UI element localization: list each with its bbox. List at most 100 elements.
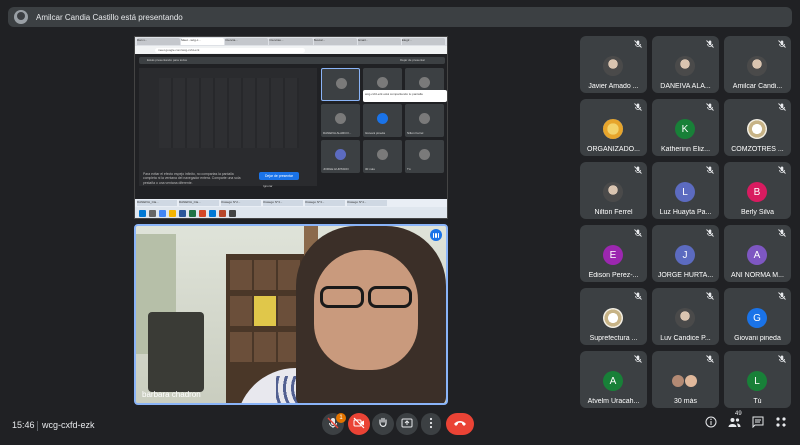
shared-download-item: Oswego N°3... — [305, 200, 345, 206]
people-icon — [728, 418, 741, 427]
shared-tab: Dan v... — [137, 38, 181, 45]
activities-button[interactable] — [775, 416, 787, 431]
folder-icon — [169, 210, 176, 217]
participant-tile[interactable]: COMZOTRES ... — [724, 99, 791, 156]
background-chair — [148, 312, 204, 392]
more-options-button[interactable] — [421, 413, 441, 435]
participant-name: Katherinn Eliz... — [660, 146, 711, 153]
presenter-video[interactable]: barbara chadron — [134, 224, 448, 405]
mic-muted-icon — [706, 103, 714, 113]
word-icon — [179, 210, 186, 217]
participant-name: DANEIVA ALA... — [660, 83, 711, 90]
participant-tile[interactable]: Suprefectura ... — [580, 288, 647, 345]
end-call-icon — [453, 419, 467, 430]
participant-tile[interactable]: J JORGE HURTA... — [652, 225, 719, 282]
participant-tile[interactable]: Nilton Ferrel — [580, 162, 647, 219]
present-icon — [401, 417, 413, 432]
mic-muted-icon — [634, 166, 642, 176]
participant-avatar: A — [603, 371, 623, 391]
shared-screen[interactable]: Dan v... Meet - wcg-c... Ciencia... Cien… — [134, 36, 448, 219]
participant-avatar — [675, 56, 695, 76]
participant-name: Luv Candice P... — [660, 335, 711, 342]
participant-avatar: E — [603, 245, 623, 265]
participant-tile[interactable]: Amilcar Candi... — [724, 36, 791, 93]
shared-recursive-view — [139, 68, 317, 186]
participant-avatar — [603, 308, 623, 328]
shared-tile: Nilton Ferrel — [405, 104, 444, 137]
presenter-avatar — [14, 10, 28, 24]
shared-tile: JORGE HURTADO — [321, 140, 360, 173]
shared-participant-tiles: Oswaldo Champa... LIDYA EDITH PALO... DA… — [321, 68, 445, 198]
participant-avatar: L — [675, 182, 695, 202]
meeting-code: wcg-cxfd-ezk — [42, 420, 95, 430]
shared-meet-view: Estás presentando para todos Dejar de pr… — [135, 54, 447, 218]
participant-tile[interactable]: E Edison Perez-... — [580, 225, 647, 282]
participant-name: Berly Silva — [740, 209, 775, 216]
shared-download-item: DANEIVA_Cla... — [137, 200, 177, 206]
participant-name: Edison Perez-... — [588, 272, 639, 279]
mic-muted-icon — [706, 166, 714, 176]
participant-tile[interactable]: A ANI NORMA M... — [724, 225, 791, 282]
participant-tile[interactable]: 30 más — [652, 351, 719, 408]
shared-url-bar: meet.google.com/wcg-cxfd-ezk — [135, 46, 447, 54]
meet-window: Amilcar Candia Castillo está presentando… — [0, 0, 800, 445]
participant-name: COMZOTRES ... — [731, 146, 784, 153]
shared-tile — [321, 68, 360, 101]
camera-button[interactable] — [348, 413, 370, 435]
shared-downloads-bar: DANEIVA_Cla... DANEIVA_Cla... Oswego N°2… — [135, 199, 447, 207]
end-call-button[interactable] — [446, 413, 474, 435]
participant-name: Atvelm Uracah... — [587, 398, 640, 405]
present-button[interactable] — [396, 413, 418, 435]
shared-popup: wcg-cxfd-ezk está compartiendo tu pantal… — [363, 90, 447, 102]
people-button[interactable] — [728, 416, 741, 431]
presenting-banner: Amilcar Candia Castillo está presentando — [8, 7, 792, 27]
mic-badge: 1 — [336, 413, 346, 423]
glasses — [316, 286, 416, 308]
participant-tile[interactable]: DANEIVA ALA... — [652, 36, 719, 93]
info-button[interactable] — [705, 416, 717, 431]
participant-avatar: B — [747, 182, 767, 202]
chrome-icon — [159, 210, 166, 217]
shared-inner-banner-stop: Dejar de presentar — [400, 58, 425, 62]
presenting-text: Amilcar Candia Castillo está presentando — [36, 12, 183, 22]
mic-muted-icon — [706, 229, 714, 239]
mic-muted-icon — [778, 103, 786, 113]
participant-tile[interactable]: K Katherinn Eliz... — [652, 99, 719, 156]
participant-tile[interactable]: L Tú — [724, 351, 791, 408]
info-icon — [705, 416, 717, 428]
mic-muted-icon — [634, 103, 642, 113]
participant-name: JORGE HURTA... — [657, 272, 714, 279]
participant-avatar: L — [747, 371, 767, 391]
shared-tile: DANEIVA ALARCO... — [321, 104, 360, 137]
more-options-icon — [429, 417, 433, 432]
raise-hand-icon — [377, 417, 389, 432]
mic-muted-icon — [634, 355, 642, 365]
chat-button[interactable] — [752, 416, 764, 431]
participant-name: Giovani pineda — [734, 335, 781, 342]
participant-tile[interactable]: Luv Candice P... — [652, 288, 719, 345]
mic-muted-icon — [634, 292, 642, 302]
participant-tile[interactable]: B Berly Silva — [724, 162, 791, 219]
shared-download-item: Oswego N°4... — [347, 200, 387, 206]
shared-browser-tabs: Dan v... Meet - wcg-c... Ciencia... Cien… — [135, 37, 447, 46]
shared-tile: Giovani pineda — [363, 104, 402, 137]
mic-muted-icon — [706, 40, 714, 50]
app-icon — [229, 210, 236, 217]
participant-tile[interactable]: G Giovani pineda — [724, 288, 791, 345]
mic-muted-icon — [634, 229, 642, 239]
participant-tile[interactable]: L Luz Huayta Pa... — [652, 162, 719, 219]
camera-off-icon — [353, 417, 365, 432]
participant-tile[interactable]: Javier Amado ... — [580, 36, 647, 93]
excel-icon — [189, 210, 196, 217]
participant-avatar: A — [747, 245, 767, 265]
mic-muted-icon — [634, 40, 642, 50]
mic-muted-icon — [706, 292, 714, 302]
speaking-indicator-icon — [430, 229, 442, 241]
activities-icon — [776, 417, 786, 427]
raise-hand-button[interactable] — [372, 413, 394, 435]
participant-name: Suprefectura ... — [589, 335, 638, 342]
participant-tile[interactable]: A Atvelm Uracah... — [580, 351, 647, 408]
participant-tile[interactable]: ORGANIZADO... — [580, 99, 647, 156]
shared-ignore-link: Ignorar — [263, 184, 273, 188]
participant-avatar — [672, 371, 698, 391]
